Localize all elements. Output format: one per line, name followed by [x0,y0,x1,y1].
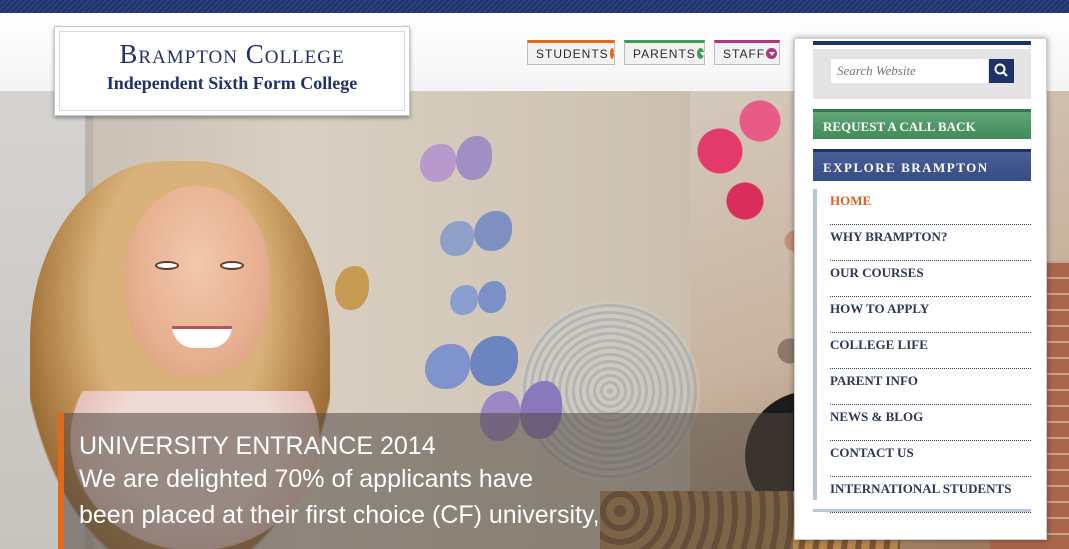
menu-item-why-brampton[interactable]: WHY BRAMPTON? [830,225,1031,261]
hero-caption[interactable]: UNIVERSITY ENTRANCE 2014 We are delighte… [58,413,793,549]
menu-item-international-students[interactable]: INTERNATIONAL STUDENTS [830,477,1031,513]
menu-item-home[interactable]: HOME [830,189,1031,225]
chevron-down-icon [696,48,707,59]
sidebar-bottomline [813,509,1031,512]
parents-button[interactable]: PARENTS [624,40,707,65]
staff-label: STAFF [723,46,766,61]
chevron-down-icon [766,48,778,59]
college-logo[interactable]: Brampton College Independent Sixth Form … [54,26,410,116]
menu-item-college-life[interactable]: COLLEGE LIFE [830,333,1031,369]
butterfly [440,211,515,266]
butterfly [450,281,508,321]
menu-item-our-courses[interactable]: OUR COURSES [830,261,1031,297]
menu-item-contact-us[interactable]: CONTACT US [830,441,1031,477]
request-callback-button[interactable]: REQUEST A CALL BACK [813,109,1031,139]
students-label: STUDENTS [536,46,609,61]
sidebar-topline [813,41,1031,45]
chevron-down-icon [609,48,620,59]
menu-item-news-blog[interactable]: NEWS & BLOG [830,405,1031,441]
butterfly [420,136,495,191]
logo-subtitle: Independent Sixth Form College [106,73,358,93]
logo-name: Brampton College [119,39,345,69]
parents-label: PARENTS [633,46,696,61]
caption-title: UNIVERSITY ENTRANCE 2014 [79,432,436,460]
staff-button[interactable]: STAFF [714,40,780,65]
caption-line: We are delighted 70% of applicants have [79,465,534,493]
search-input[interactable] [831,59,988,83]
explore-heading: EXPLORE BRAMPTON [813,149,1031,181]
sidebar-menu: HOME WHY BRAMPTON? OUR COURSES HOW TO AP… [813,189,1031,513]
sidebar: REQUEST A CALL BACK EXPLORE BRAMPTON HOM… [794,38,1047,540]
students-button[interactable]: STUDENTS [527,40,620,65]
search-button[interactable] [989,59,1014,83]
caption-line: been placed at their first choice (CF) u… [79,501,600,529]
search-icon [994,63,1008,77]
menu-item-how-to-apply[interactable]: HOW TO APPLY [830,297,1031,333]
top-stripe [0,0,1069,13]
menu-item-parent-info[interactable]: PARENT INFO [830,369,1031,405]
search-box [813,49,1031,99]
